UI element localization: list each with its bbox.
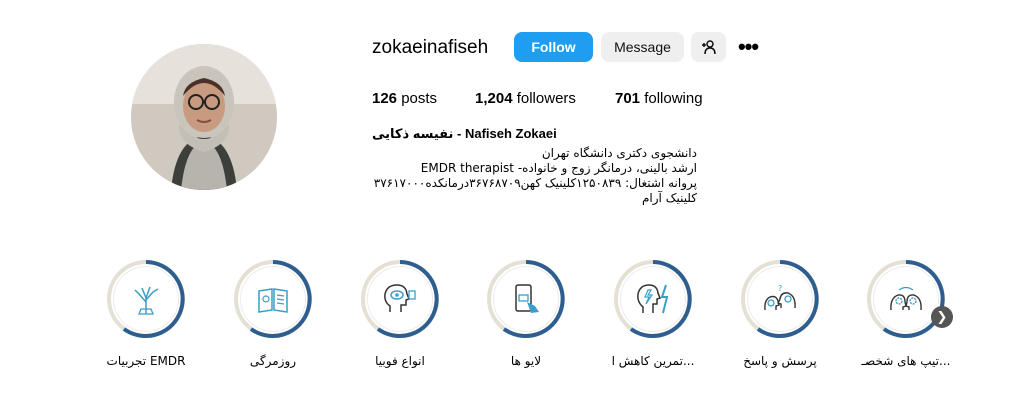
highlight-3[interactable] (486, 259, 566, 339)
bio-line: دانشجوی دکتری دانشگاه تهران (541, 146, 697, 160)
followers-label: followers (516, 90, 576, 107)
highlight-1[interactable] (233, 259, 313, 339)
highlight-label: تجربیات EMDR (106, 354, 186, 368)
highlight-6[interactable] (866, 259, 946, 339)
highlight-cover (367, 266, 433, 332)
highlight-cover (620, 266, 686, 332)
avatar-photo (131, 44, 277, 190)
profile-full-name: نفیسه ذکایی - Nafiseh Zokaei (372, 126, 557, 141)
highlight-label: روزمرگی (249, 354, 297, 368)
followers-count: 1,204 (475, 90, 513, 107)
highlight-label: لایو ها (510, 354, 542, 368)
heads-question-icon: ? (764, 284, 796, 311)
highlight-label: تیپ های شخصـ... (861, 354, 951, 368)
bio-line: ارشد بالینی، درمانگر زوج و خانواده- EMDR… (420, 161, 697, 175)
highlight-cover (240, 266, 306, 332)
highlight-label: پرسش و پاسخ (743, 354, 817, 368)
heads-gears-icon (890, 286, 922, 311)
suggest-users-button[interactable] (691, 32, 726, 62)
highlight-0[interactable] (106, 259, 186, 339)
highlight-2[interactable] (360, 259, 440, 339)
message-button[interactable]: Message (601, 32, 684, 62)
follow-button[interactable]: Follow (514, 32, 593, 62)
more-options-icon[interactable]: ••• (735, 32, 761, 62)
highlight-cover (873, 266, 939, 332)
head-lightning-icon (637, 284, 669, 314)
highlight-cover: ? (747, 266, 813, 332)
highlight-label: تمرین کاهش ا... (611, 354, 695, 368)
profile-avatar[interactable] (131, 44, 277, 190)
svg-text:?: ? (778, 284, 782, 293)
add-user-icon (701, 40, 716, 55)
highlight-5[interactable]: ? (740, 259, 820, 339)
profile-username[interactable]: zokaeinafiseh (372, 37, 488, 59)
highlights-next-button[interactable]: ❯ (931, 306, 953, 328)
tree-icon (134, 286, 159, 315)
highlight-4[interactable] (613, 259, 693, 339)
following-count: 701 (615, 90, 641, 107)
book-icon (258, 288, 288, 313)
following-label: following (644, 90, 703, 107)
highlight-cover (113, 266, 179, 332)
following-stat[interactable]: 701 following (615, 90, 703, 107)
bio-line: کلینیک آرام (642, 191, 697, 205)
phone-tap-icon (515, 284, 539, 313)
posts-label: posts (401, 90, 438, 107)
posts-count: 126 (372, 90, 398, 107)
highlight-cover (493, 266, 559, 332)
bio-line: پروانه اشتغال: ۱۲۵۰۸۳۹کلینیک کهن۳۶۷۶۸۷۰۹… (373, 176, 697, 190)
profile-bio: دانشجوی دکتری دانشگاه تهران ارشد بالینی،… (372, 146, 697, 206)
followers-stat[interactable]: 1,204 followers (475, 90, 576, 107)
head-eye-icon (384, 284, 416, 312)
posts-stat: 126 posts (372, 90, 437, 107)
highlight-label: انواع فوبیا (375, 354, 425, 368)
